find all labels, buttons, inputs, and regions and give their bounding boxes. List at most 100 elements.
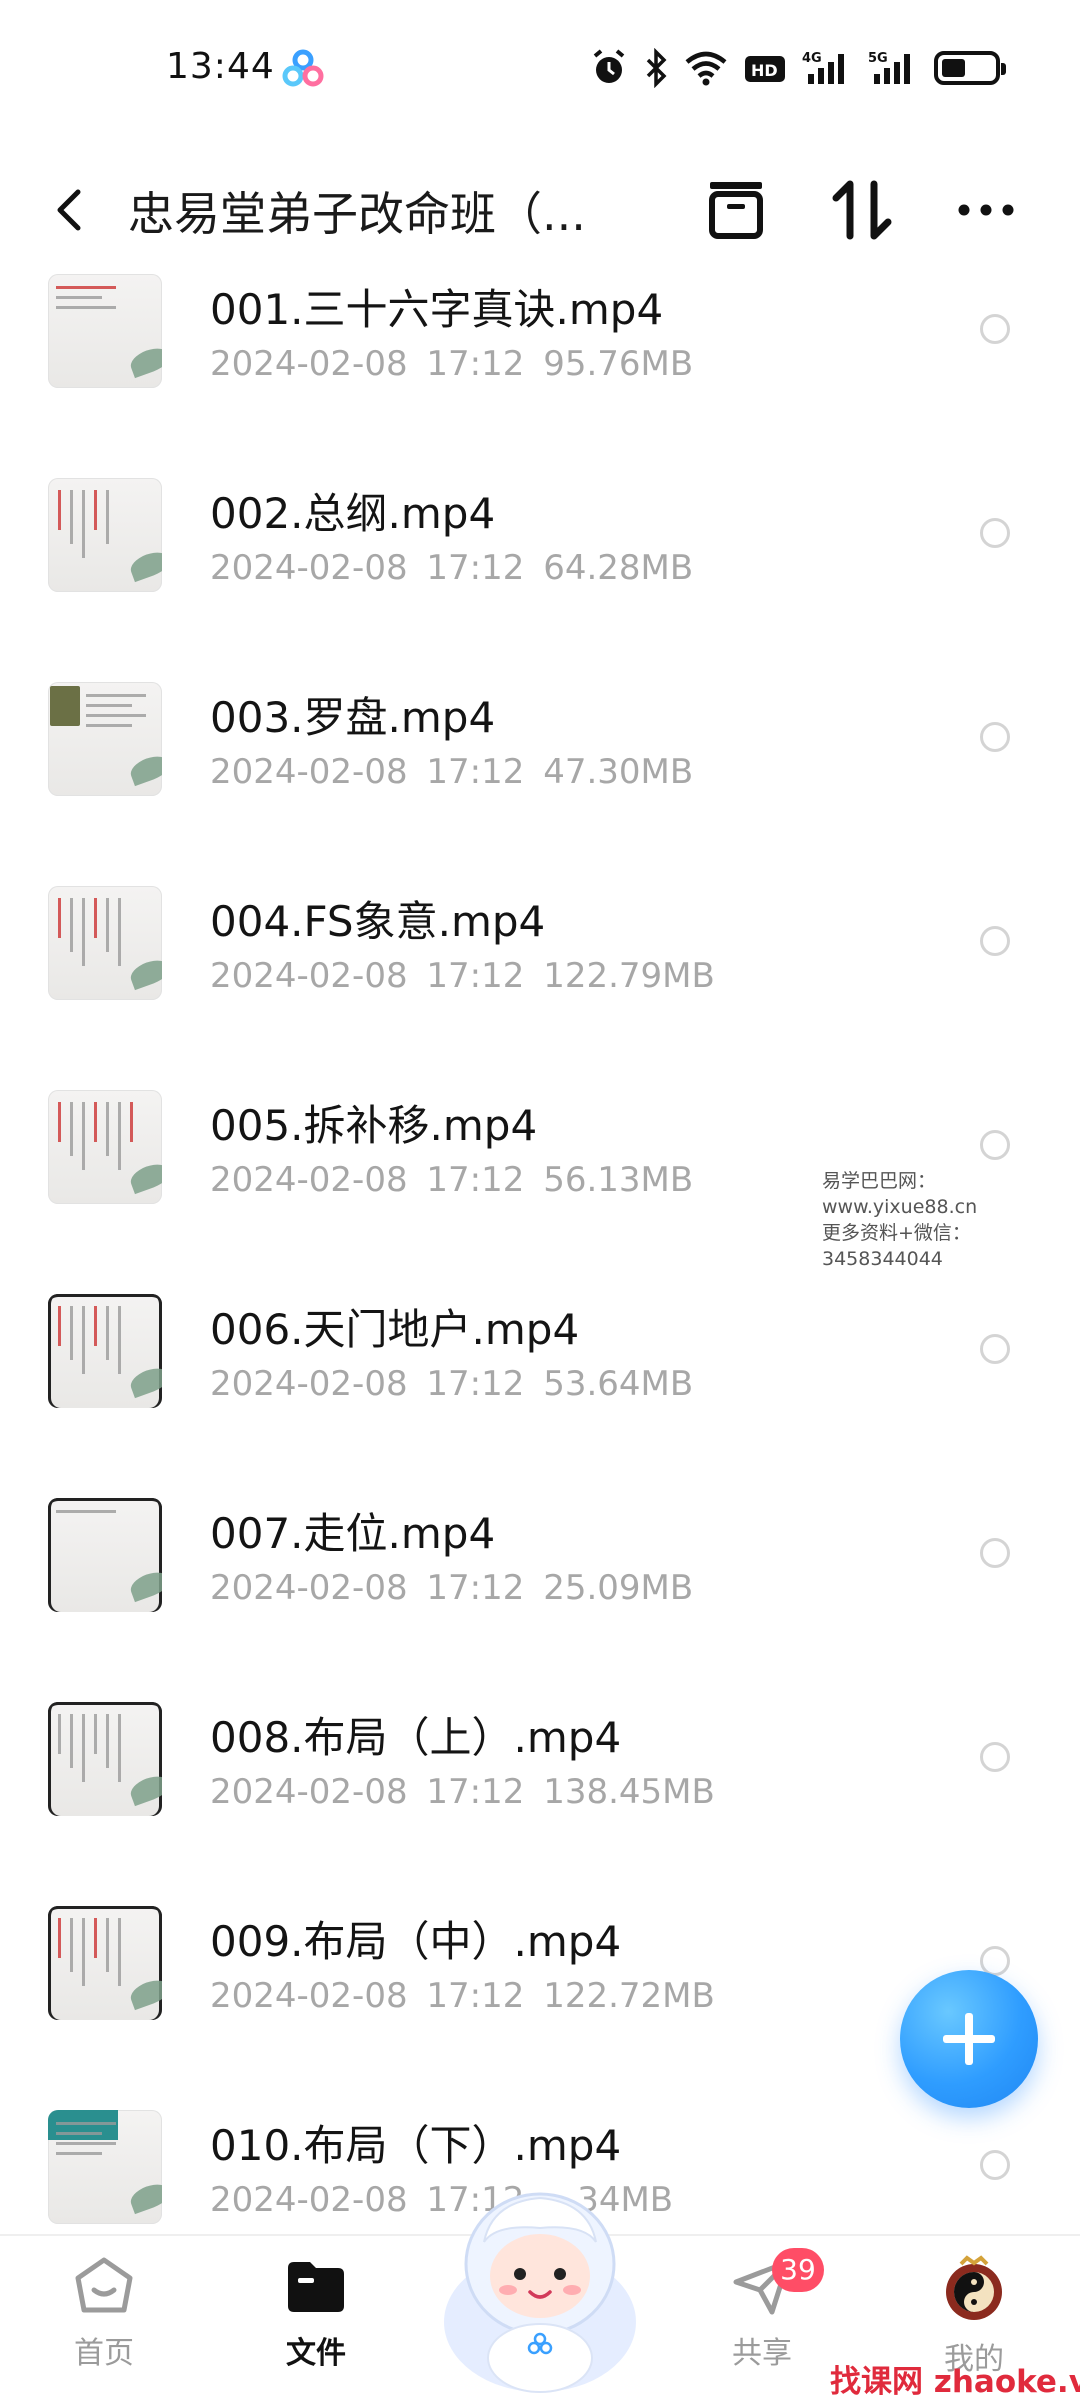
back-icon[interactable] (40, 178, 100, 242)
video-thumbnail (48, 1294, 162, 1408)
select-radio[interactable] (980, 1334, 1010, 1364)
file-name: 006.天门地户.mp4 (210, 1305, 580, 1354)
file-time: 17:12 (426, 1568, 525, 1608)
video-thumbnail (48, 1090, 162, 1204)
file-date: 2024-02-08 (210, 752, 408, 792)
title-bar: 忠易堂弟子改命班（... (0, 140, 1080, 280)
file-time: 17:12 (426, 752, 525, 792)
nav-share[interactable]: 39 共享 (692, 2248, 832, 2394)
file-meta: 2024-02-08 17:12 138.45MB (210, 1772, 715, 1812)
file-name: 007.走位.mp4 (210, 1509, 496, 1558)
file-row[interactable]: 008.布局（上）.mp4 2024-02-08 17:12 138.45MB (0, 1694, 1080, 1898)
watermark-line-2: 更多资料+微信：3458344044 (822, 1222, 971, 1270)
file-name: 005.拆补移.mp4 (210, 1101, 538, 1150)
add-button[interactable] (900, 1970, 1038, 2108)
video-thumbnail (48, 1906, 162, 2020)
watermark-line-1: 易学巴巴网：www.yixue88.cn (822, 1170, 978, 1218)
avatar-icon (946, 2255, 1002, 2320)
sort-icon[interactable] (828, 176, 896, 244)
archive-icon[interactable] (702, 176, 770, 244)
select-radio[interactable] (980, 926, 1010, 956)
file-size: 122.72MB (543, 1976, 715, 2016)
file-time: 17:12 (426, 1772, 525, 1812)
file-date: 2024-02-08 (210, 1772, 408, 1812)
file-size: 47.30MB (543, 752, 694, 792)
video-thumbnail (48, 2110, 162, 2224)
svg-text:HD: HD (751, 61, 778, 80)
file-meta: 2024-02-08 17:12 64.28MB (210, 548, 693, 588)
more-icon[interactable] (952, 176, 1020, 244)
nav-home-label: 首页 (74, 2336, 134, 2371)
file-meta: 2024-02-08 17:12 56.13MB (210, 1160, 693, 1200)
file-name: 008.布局（上）.mp4 (210, 1713, 622, 1762)
app-cloud-icon (282, 49, 324, 87)
file-meta: 2024-02-08 17:12 95.76MB (210, 344, 693, 384)
file-time: 17:12 (426, 548, 525, 588)
select-radio[interactable] (980, 1538, 1010, 1568)
nav-files-label: 文件 (286, 2336, 346, 2371)
file-name: 003.罗盘.mp4 (210, 693, 496, 742)
file-name: 004.FS象意.mp4 (210, 897, 546, 946)
file-date: 2024-02-08 (210, 1160, 408, 1200)
status-icons: HD 4G 5G (590, 44, 1006, 92)
file-size: 53.64MB (543, 1364, 694, 1404)
select-radio[interactable] (980, 2150, 1010, 2180)
file-row[interactable]: 003.罗盘.mp4 2024-02-08 17:12 47.30MB (0, 674, 1080, 878)
watermark-text: 易学巴巴网：www.yixue88.cn 更多资料+微信：3458344044 (822, 1168, 1072, 1272)
file-row[interactable]: 002.总纲.mp4 2024-02-08 17:12 64.28MB (0, 470, 1080, 674)
file-meta: 2024-02-08 17:12 122.79MB (210, 956, 715, 996)
file-date: 2024-02-08 (210, 1568, 408, 1608)
select-radio[interactable] (980, 722, 1010, 752)
select-radio[interactable] (980, 314, 1010, 344)
nav-home[interactable]: 首页 (34, 2254, 174, 2394)
folder-icon (288, 2262, 344, 2312)
svg-text:4G: 4G (802, 51, 822, 66)
file-date: 2024-02-08 (210, 344, 408, 384)
file-size: 122.79MB (543, 956, 715, 996)
file-row[interactable]: 001.三十六字真诀.mp4 2024-02-08 17:12 95.76MB (0, 266, 1080, 470)
hd-icon: HD (745, 56, 785, 82)
svg-text:5G: 5G (868, 51, 888, 66)
status-bar: 13:44 HD 4G 5G (0, 0, 1080, 140)
file-name: 002.总纲.mp4 (210, 489, 496, 538)
signal-4g-icon: 4G (802, 51, 844, 84)
file-size: 56.13MB (543, 1160, 694, 1200)
file-meta: 2024-02-08 17:12 47.30MB (210, 752, 693, 792)
nav-files[interactable]: 文件 (246, 2254, 386, 2394)
file-meta: 2024-02-08 17:12 53.64MB (210, 1364, 693, 1404)
nav-share-label: 共享 (732, 2336, 792, 2371)
file-meta: 2024-02-08 17:12 122.72MB (210, 1976, 715, 2016)
file-row[interactable]: 006.天门地户.mp4 2024-02-08 17:12 53.64MB (0, 1286, 1080, 1490)
bluetooth-icon (646, 48, 667, 88)
file-time: 17:12 (426, 344, 525, 384)
select-radio[interactable] (980, 1130, 1010, 1160)
file-row[interactable]: 004.FS象意.mp4 2024-02-08 17:12 122.79MB (0, 878, 1080, 1082)
wifi-icon (685, 51, 727, 86)
video-thumbnail (48, 1702, 162, 1816)
file-time: 17:12 (426, 956, 525, 996)
alarm-icon (593, 49, 625, 83)
file-date: 2024-02-08 (210, 1976, 408, 2016)
battery-level (942, 59, 965, 77)
file-date: 2024-02-08 (210, 956, 408, 996)
file-name: 010.布局（下）.mp4 (210, 2121, 622, 2170)
battery-icon (934, 51, 1006, 85)
status-time: 13:44 (166, 46, 275, 87)
file-name: 009.布局（中）.mp4 (210, 1917, 622, 1966)
select-radio[interactable] (980, 518, 1010, 548)
mascot-icon[interactable] (436, 2172, 644, 2400)
share-badge: 39 (772, 2248, 824, 2292)
file-meta: 2024-02-08 17:12 25.09MB (210, 1568, 693, 1608)
file-size: 95.76MB (543, 344, 694, 384)
file-row[interactable]: 007.走位.mp4 2024-02-08 17:12 25.09MB (0, 1490, 1080, 1694)
file-date: 2024-02-08 (210, 548, 408, 588)
signal-5g-icon: 5G (868, 51, 910, 84)
page-title: 忠易堂弟子改命班（... (128, 187, 586, 241)
select-radio[interactable] (980, 1742, 1010, 1772)
watermark-bottom: 找课网 zhaoke.vip (830, 2364, 1080, 2400)
file-size: 64.28MB (543, 548, 694, 588)
home-icon (75, 2257, 133, 2313)
video-thumbnail (48, 274, 162, 388)
file-date: 2024-02-08 (210, 1364, 408, 1404)
file-time: 17:12 (426, 1160, 525, 1200)
